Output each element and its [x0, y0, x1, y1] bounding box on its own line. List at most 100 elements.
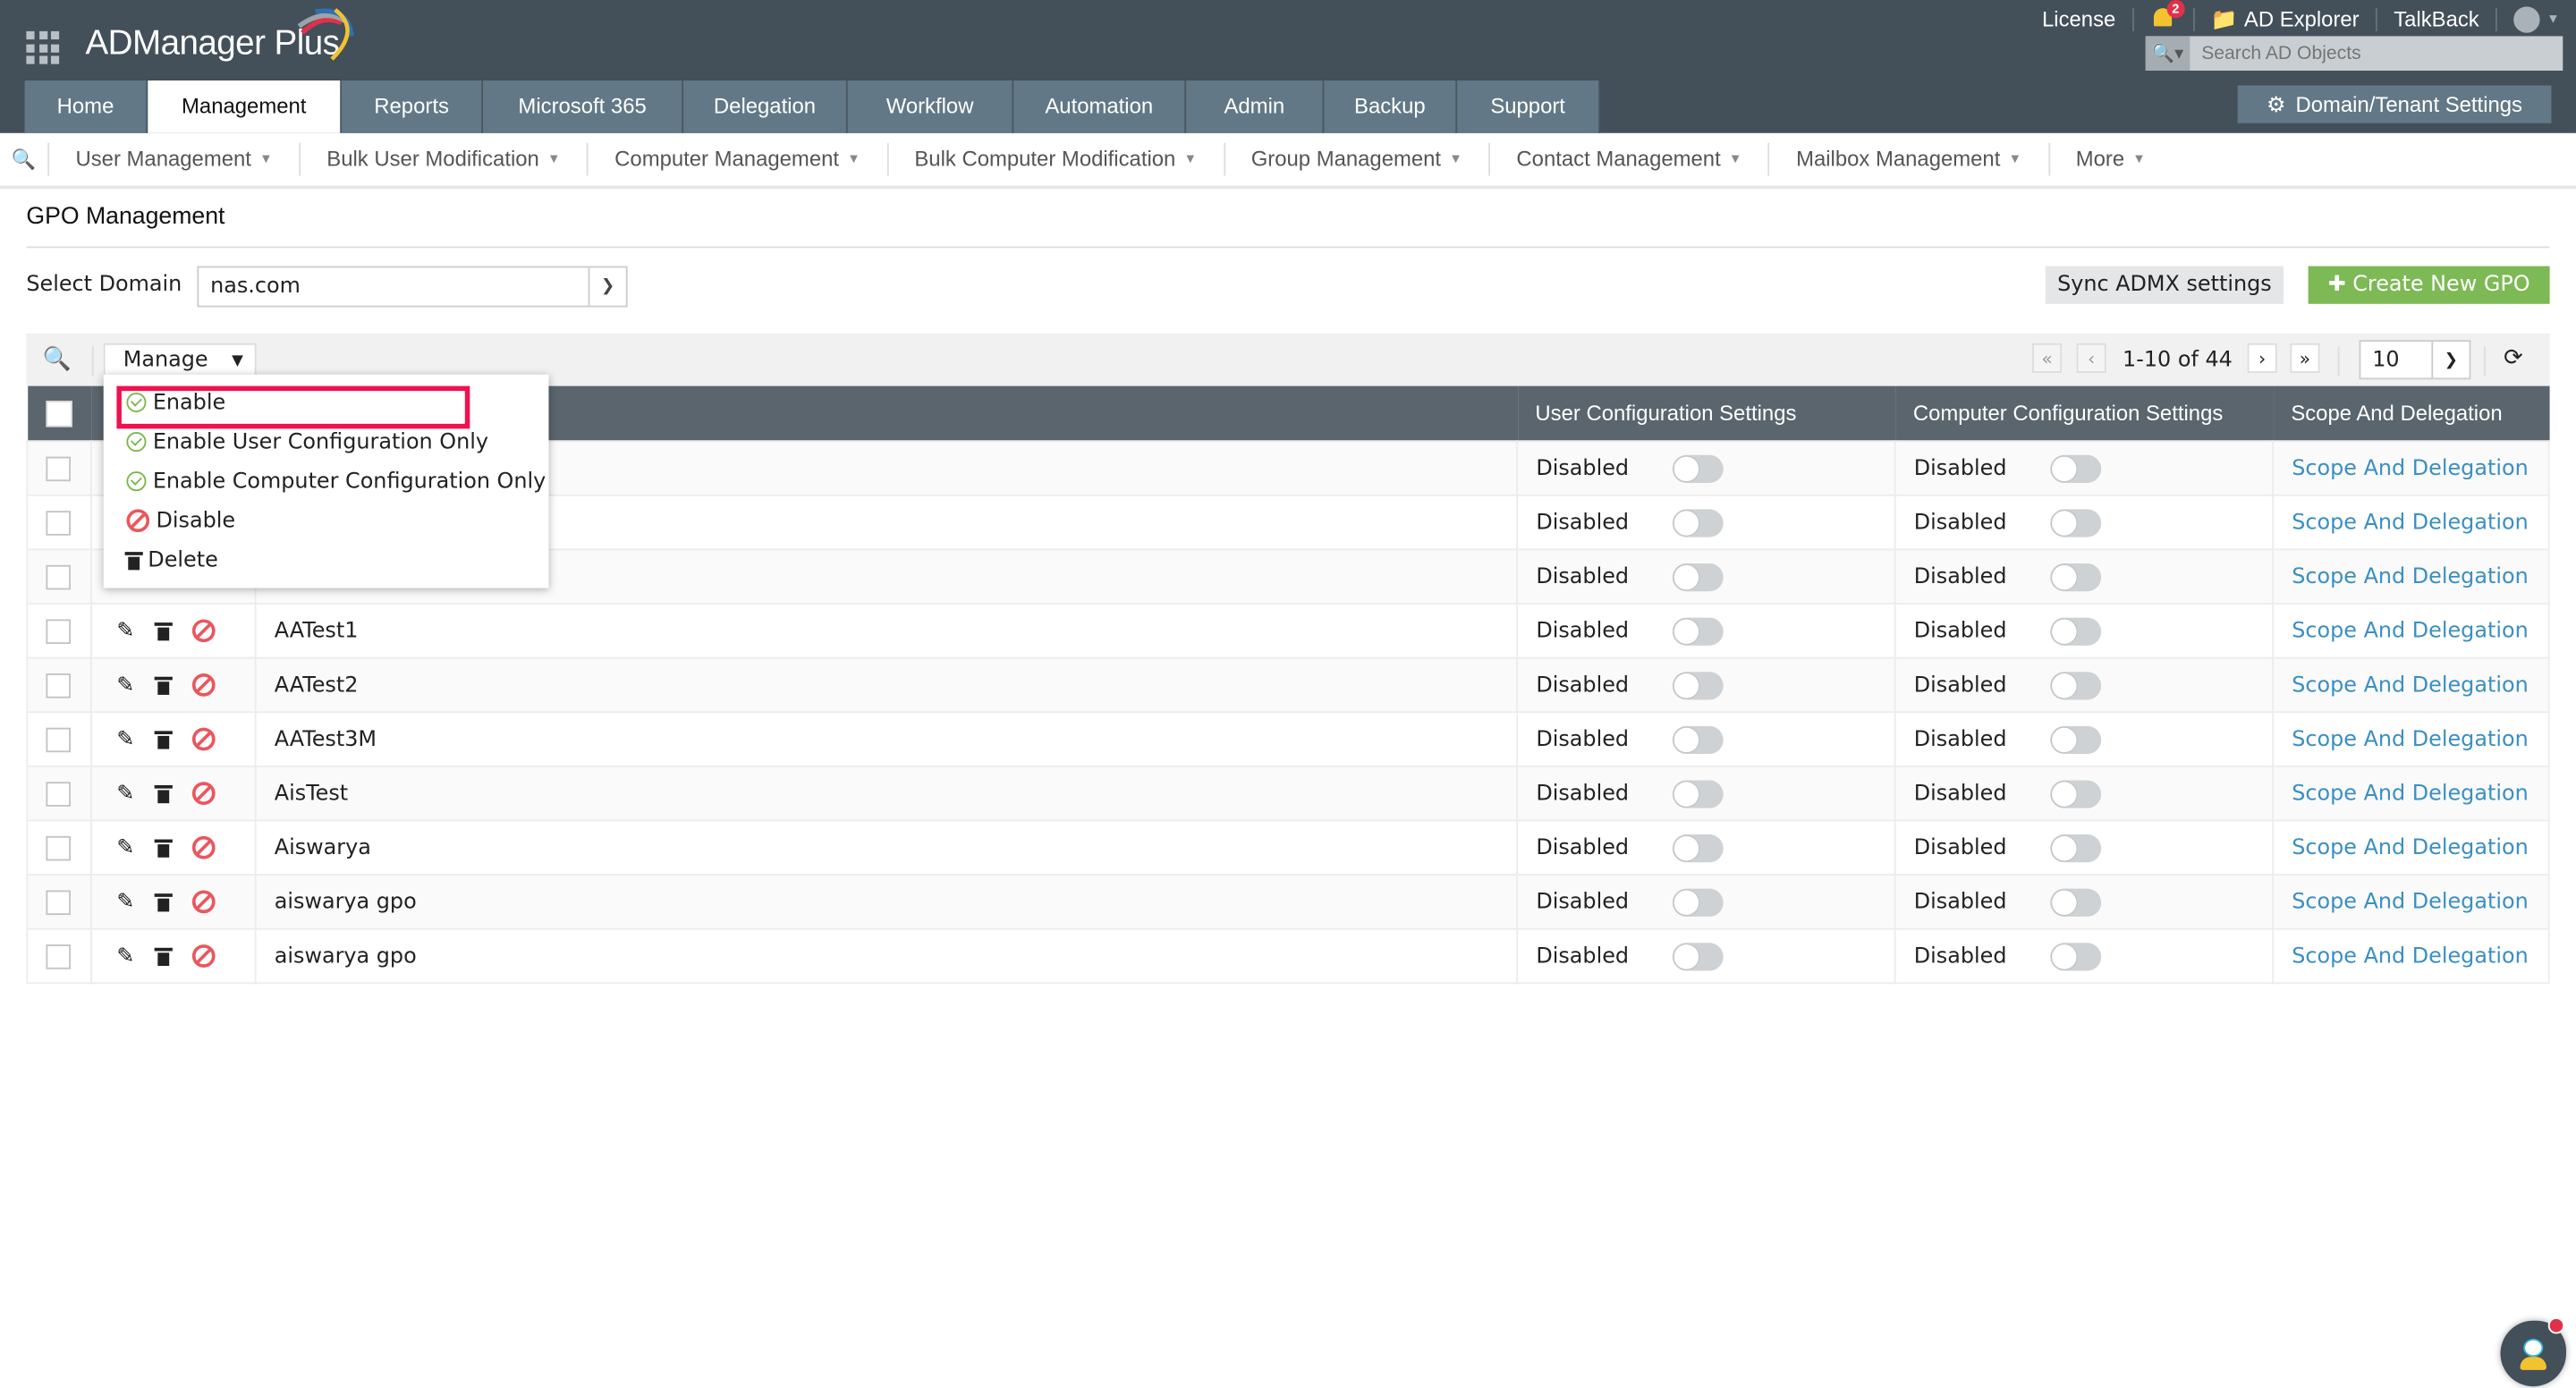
user-config-toggle[interactable]: [1672, 942, 1724, 970]
computer-config-toggle[interactable]: [2050, 887, 2102, 916]
user-config-toggle[interactable]: [1672, 508, 1724, 537]
last-page-button[interactable]: »: [2290, 343, 2320, 373]
select-all-checkbox[interactable]: [45, 400, 72, 427]
scope-and-delegation-link[interactable]: Scope And Delegation: [2292, 835, 2528, 860]
menu-search-icon[interactable]: 🔍: [0, 142, 50, 176]
trash-icon[interactable]: [154, 946, 173, 966]
trash-icon[interactable]: [154, 730, 173, 749]
notifications-button[interactable]: 2: [2131, 0, 2193, 31]
computer-config-toggle[interactable]: [2050, 942, 2102, 970]
talkback-link[interactable]: TalkBack: [2375, 7, 2496, 31]
ban-icon[interactable]: [191, 673, 216, 697]
search-icon[interactable]: 🔍▾: [2145, 36, 2190, 71]
computer-config-toggle[interactable]: [2050, 671, 2102, 699]
tab-automation[interactable]: Automation: [1013, 80, 1187, 133]
row-checkbox[interactable]: [46, 673, 71, 698]
table-search-icon[interactable]: 🔍: [43, 347, 72, 373]
scope-and-delegation-link[interactable]: Scope And Delegation: [2292, 564, 2528, 589]
tab-microsoft-365[interactable]: Microsoft 365: [482, 80, 684, 133]
computer-config-toggle[interactable]: [2050, 563, 2102, 591]
scope-and-delegation-link[interactable]: Scope And Delegation: [2292, 944, 2528, 969]
computer-config-toggle[interactable]: [2050, 834, 2102, 862]
computer-config-toggle[interactable]: [2050, 453, 2102, 483]
tab-home[interactable]: Home: [24, 80, 148, 133]
row-checkbox[interactable]: [46, 618, 71, 644]
ban-icon[interactable]: [191, 835, 216, 859]
user-config-toggle[interactable]: [1672, 563, 1724, 591]
user-config-toggle[interactable]: [1672, 453, 1724, 483]
computer-config-toggle[interactable]: [2050, 616, 2102, 645]
scope-and-delegation-link[interactable]: Scope And Delegation: [2292, 456, 2528, 481]
license-link[interactable]: License: [2026, 7, 2132, 31]
chevron-down-icon[interactable]: ❯: [588, 267, 626, 306]
ad-search-input[interactable]: [2190, 36, 2542, 71]
scope-and-delegation-link[interactable]: Scope And Delegation: [2292, 673, 2528, 698]
trash-icon[interactable]: [154, 675, 173, 695]
domain-select[interactable]: nas.com ❯: [197, 266, 628, 308]
first-page-button[interactable]: «: [2032, 343, 2063, 373]
user-config-toggle[interactable]: [1672, 724, 1724, 754]
row-checkbox[interactable]: [46, 781, 71, 806]
row-checkbox[interactable]: [46, 944, 71, 969]
scope-and-delegation-link[interactable]: Scope And Delegation: [2292, 510, 2528, 535]
ad-explorer-link[interactable]: 📁 AD Explorer: [2192, 7, 2376, 31]
tab-admin[interactable]: Admin: [1186, 80, 1325, 133]
tab-support[interactable]: Support: [1457, 80, 1600, 133]
scope-and-delegation-link[interactable]: Scope And Delegation: [2292, 890, 2528, 915]
support-chat-button[interactable]: [2500, 1317, 2566, 1387]
row-checkbox[interactable]: [46, 726, 71, 752]
trash-icon[interactable]: [154, 838, 173, 857]
subnav-group-management[interactable]: Group Management ▼: [1224, 142, 1491, 176]
ban-icon[interactable]: [191, 727, 216, 751]
pencil-icon[interactable]: ✎: [116, 727, 134, 752]
tab-delegation[interactable]: Delegation: [683, 80, 848, 133]
subnav-contact-management[interactable]: Contact Management ▼: [1490, 142, 1770, 176]
pencil-icon[interactable]: ✎: [116, 673, 134, 698]
user-config-toggle[interactable]: [1672, 834, 1724, 862]
pencil-icon[interactable]: ✎: [116, 619, 134, 644]
pencil-icon[interactable]: ✎: [116, 781, 134, 806]
app-grid-icon[interactable]: [26, 30, 60, 64]
scope-and-delegation-link[interactable]: Scope And Delegation: [2292, 619, 2528, 644]
row-checkbox[interactable]: [46, 889, 71, 915]
menu-item-enable-user-config[interactable]: Enable User Configuration Only: [126, 424, 488, 460]
trash-icon[interactable]: [154, 893, 173, 911]
ban-icon[interactable]: [191, 890, 216, 914]
ban-icon[interactable]: [191, 944, 216, 968]
scope-and-delegation-link[interactable]: Scope And Delegation: [2292, 727, 2528, 752]
tab-backup[interactable]: Backup: [1324, 80, 1458, 133]
row-checkbox[interactable]: [46, 834, 71, 860]
row-checkbox[interactable]: [46, 563, 71, 589]
computer-config-toggle[interactable]: [2050, 508, 2102, 537]
pencil-icon[interactable]: ✎: [116, 835, 134, 860]
menu-item-enable-computer-config[interactable]: Enable Computer Configuration Only: [126, 463, 546, 499]
manage-dropdown[interactable]: Manage ▼: [103, 343, 257, 377]
refresh-icon[interactable]: ⟳: [2504, 345, 2523, 371]
sync-admx-button[interactable]: Sync ADMX settings: [2045, 266, 2284, 304]
tab-workflow[interactable]: Workflow: [847, 80, 1014, 133]
subnav-bulk-computer-modification[interactable]: Bulk Computer Modification ▼: [888, 142, 1225, 176]
menu-item-disable[interactable]: Disable: [126, 503, 235, 538]
user-menu[interactable]: ▼: [2496, 6, 2576, 33]
create-new-gpo-button[interactable]: ✚ Create New GPO: [2308, 266, 2550, 304]
subnav-computer-management[interactable]: Computer Management ▼: [589, 142, 888, 176]
ban-icon[interactable]: [191, 619, 216, 643]
user-config-toggle[interactable]: [1672, 616, 1724, 645]
row-checkbox[interactable]: [46, 455, 71, 481]
subnav-mailbox-management[interactable]: Mailbox Management ▼: [1770, 142, 2050, 176]
prev-page-button[interactable]: ‹: [2076, 343, 2106, 373]
page-size-select[interactable]: 10 ❯: [2359, 340, 2471, 380]
tab-reports[interactable]: Reports: [342, 80, 483, 133]
menu-item-delete[interactable]: Delete: [124, 542, 218, 578]
subnav-user-management[interactable]: User Management ▼: [49, 142, 301, 176]
user-config-toggle[interactable]: [1672, 779, 1724, 808]
tab-management[interactable]: Management: [148, 80, 343, 133]
scope-and-delegation-link[interactable]: Scope And Delegation: [2292, 781, 2528, 806]
trash-icon[interactable]: [154, 784, 173, 803]
user-config-toggle[interactable]: [1672, 671, 1724, 699]
subnav-more[interactable]: More ▼: [2049, 143, 2172, 176]
computer-config-toggle[interactable]: [2050, 724, 2102, 754]
pencil-icon[interactable]: ✎: [116, 944, 134, 969]
user-config-toggle[interactable]: [1672, 887, 1724, 916]
trash-icon[interactable]: [154, 622, 173, 640]
